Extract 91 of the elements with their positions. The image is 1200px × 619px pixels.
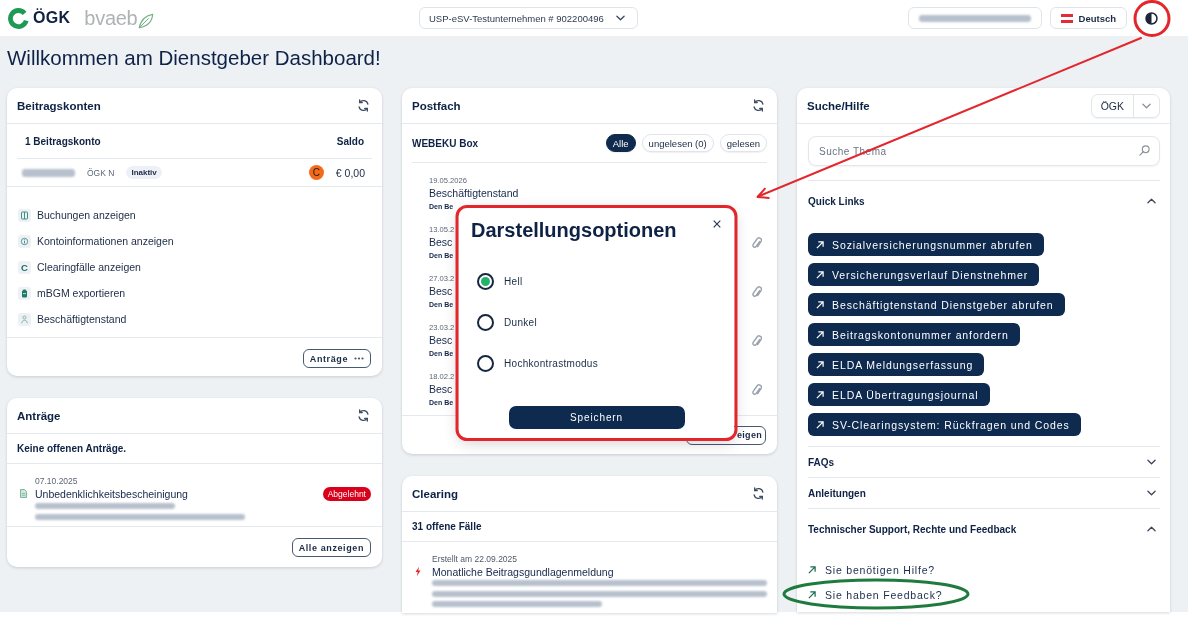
column-heading: Saldo [336,135,364,147]
diagonal-arrow-icon [816,360,824,369]
card-title: Anträge [17,409,61,422]
accordion-header[interactable]: Technischer Support, Rechte und Feedback [808,509,1160,549]
marker-badge: C [308,165,324,180]
search-icon [1139,145,1150,156]
support-link[interactable]: Sie haben Feedback? [808,587,943,603]
summary-text: Keine offenen Anträge. [7,434,382,464]
clipboard-icon [18,286,31,300]
quick-link-button[interactable]: ELDA Übertragungsjournal [808,383,990,406]
action-link[interactable]: Beschäftigtenstand [18,306,127,332]
quick-link-button[interactable]: Versicherungsverlauf Dienstnehmer [808,263,1040,286]
carrier-label: ÖGK N [87,167,115,178]
info-icon [18,234,31,248]
filter-tab[interactable]: gelesen [719,134,767,152]
blurred-text [22,168,75,177]
brand-logo: ÖGK [33,9,71,27]
close-icon[interactable] [713,220,721,228]
show-all-button[interactable]: Alle anzeigen [291,538,371,557]
status-tag: Inaktiv [126,166,162,179]
message-title: Besc [429,382,453,396]
quick-link-button[interactable]: ELDA Meldungserfassung [808,353,985,376]
accordion-header[interactable]: Anleitungen [808,478,1160,508]
summary-text: 31 offene Fälle [402,512,777,542]
requests-menu-button[interactable]: Anträge [302,349,371,368]
more-icon [354,357,364,360]
quick-link-button[interactable]: Beitragskontonummer anfordern [808,323,1020,346]
radio-button[interactable] [477,272,494,290]
filter-tab[interactable]: ungelesen (0) [641,134,714,152]
leaf-icon [138,13,155,29]
carrier-dropdown[interactable]: ÖGK [1090,93,1160,118]
created-date: Erstellt am 22.09.2025 [432,554,518,565]
partner-logo: bvaeb [84,7,138,29]
refresh-icon[interactable] [357,409,370,422]
accordion-header[interactable]: Quick Links [808,181,1160,221]
message-title: Beschäftigtenstand [429,186,519,200]
status-tag: Abgelehnt [322,487,371,501]
request-title: Unbedenklichkeitsbescheinigung [35,487,188,501]
company-dropdown[interactable]: USP-eSV-Testunternehmen # 902200496 [419,7,638,29]
action-link[interactable]: Kontoinformationen anzeigen [18,228,174,254]
filter-tab[interactable]: Alle [605,134,636,152]
quick-link-button[interactable]: SV-Clearingsystem: Rückfragen und Codes [808,413,1081,436]
action-link[interactable]: mBGM exportieren [18,280,126,306]
message-title: Besc [429,333,453,347]
diagonal-arrow-icon [816,240,824,249]
lightning-icon [415,566,421,577]
person-icon [18,312,31,326]
language-button[interactable]: Deutsch [1049,7,1127,29]
balance-amount: € 0,00 [335,166,365,179]
message-title: Besc [429,284,453,298]
radio-button[interactable] [477,354,494,372]
chevron-down-icon [615,15,625,21]
diagonal-arrow-icon [816,300,824,309]
box-label: WEBEKU Box [412,137,479,149]
save-button[interactable]: Speichern [508,406,685,429]
book-icon [18,208,31,222]
refresh-icon[interactable] [357,99,370,112]
document-icon [20,489,27,498]
count-label: 1 Beitragskonto [25,135,101,147]
diagonal-arrow-icon [816,390,824,399]
message-title: Besc [429,235,453,249]
diagonal-arrow-icon [808,591,816,599]
card-title: Postfach [412,99,461,112]
flag-icon [1060,13,1073,23]
diagonal-arrow-icon [816,270,824,279]
action-link[interactable]: C Clearingfälle anzeigen [18,254,141,280]
card-title: Clearing [412,487,458,500]
dialog-title: Darstellungsoptionen [471,218,677,242]
page-title: Willkommen am Dienstgeber Dashboard! [7,46,381,70]
request-date: 07.10.2025 [35,476,78,487]
radio-label[interactable]: Dunkel [504,316,537,328]
diagonal-arrow-icon [816,420,824,429]
action-link[interactable]: Buchungen anzeigen [18,202,136,228]
radio-label[interactable]: Hell [504,275,523,287]
quick-link-button[interactable]: Beschäftigtenstand Dienstgeber abrufen [808,293,1065,316]
ring-logo-icon [8,7,29,29]
radio-button[interactable] [477,313,494,331]
support-link[interactable]: Sie benötigen Hilfe? [808,562,935,578]
letter-tile: C [18,260,31,274]
refresh-icon[interactable] [752,99,765,112]
diagonal-arrow-icon [816,330,824,339]
card-title: Suche/Hilfe [807,99,870,112]
refresh-icon[interactable] [752,487,765,500]
accordion-header[interactable]: FAQs [808,447,1160,477]
contrast-icon [1144,11,1158,25]
case-title: Monatliche Beitragsgundlagenmeldung [432,565,614,579]
radio-label[interactable]: Hochkontrastmodus [504,357,599,369]
card-title: Beitragskonten [17,99,101,112]
quick-link-button[interactable]: Sozialversicherungsnummer abrufen [808,233,1044,256]
diagonal-arrow-icon [808,566,816,574]
chevron-down-icon [1142,102,1151,109]
